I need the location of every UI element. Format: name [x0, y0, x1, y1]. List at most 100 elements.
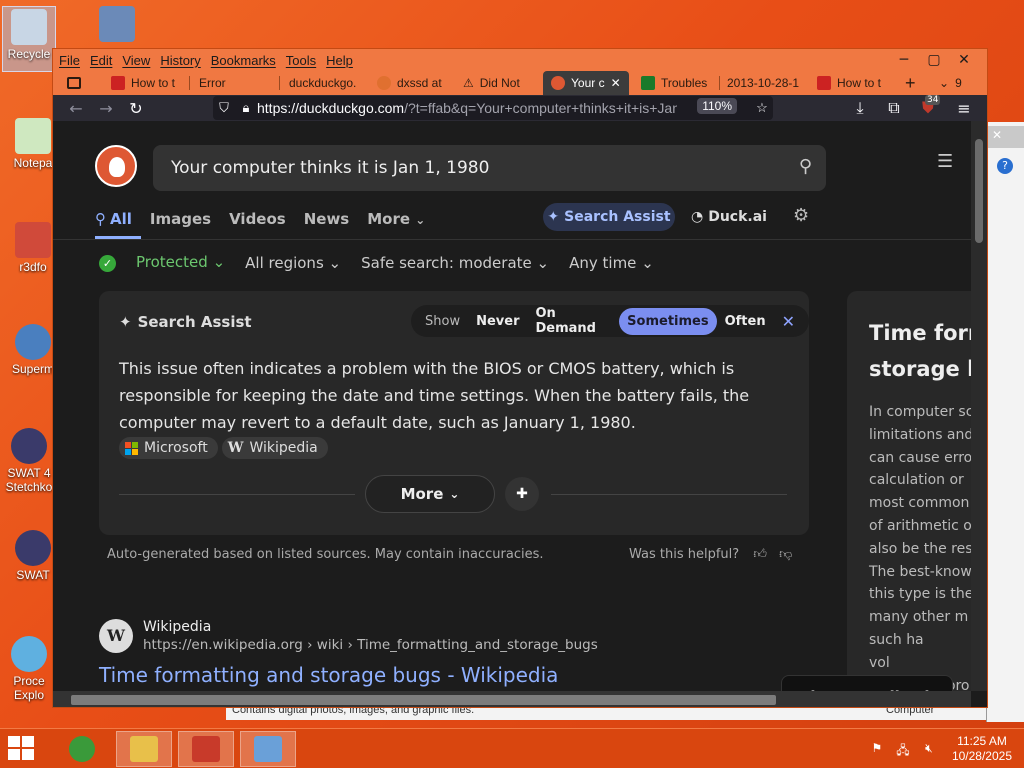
- tab-2013-10-28[interactable]: 2013-10-28-1: [719, 71, 805, 95]
- reload-button[interactable]: ↻: [121, 99, 151, 118]
- tab-how-to-1[interactable]: How to t: [103, 71, 181, 95]
- close-icon[interactable]: ✕: [774, 306, 803, 337]
- tab-more[interactable]: More ⌄: [367, 210, 425, 228]
- tab-videos[interactable]: Videos: [229, 210, 286, 228]
- option-often[interactable]: Often: [717, 308, 774, 335]
- vertical-scrollbar[interactable]: [971, 121, 987, 691]
- option-on-demand[interactable]: On Demand: [527, 300, 619, 342]
- chat-icon[interactable]: ✚: [505, 477, 539, 511]
- horizontal-scrollbar[interactable]: [53, 691, 971, 707]
- tab-title: Error: [199, 76, 226, 90]
- windows-logo-icon: [8, 736, 20, 747]
- menu-file[interactable]: File: [59, 53, 80, 68]
- tab-dxssd[interactable]: dxssd at: [369, 71, 451, 95]
- text-line: calculation or: [869, 472, 964, 489]
- new-tab-button[interactable]: +: [901, 71, 925, 95]
- clock-date: 10/28/2025: [951, 749, 1012, 763]
- start-button[interactable]: [8, 736, 38, 762]
- minimize-button[interactable]: ─: [887, 49, 921, 71]
- taskbar-browser[interactable]: [178, 731, 234, 767]
- tab-your-computer[interactable]: Your c ✕: [543, 71, 629, 95]
- menu-history[interactable]: History: [160, 53, 200, 68]
- thumbs-up-icon[interactable]: 👍︎: [753, 547, 767, 562]
- forward-button[interactable]: →: [91, 99, 121, 118]
- chevron-down-icon: ⌄: [939, 76, 950, 90]
- help-icon[interactable]: ?: [997, 158, 1013, 174]
- result-site-name[interactable]: Wikipedia: [143, 619, 211, 635]
- downloads-icon[interactable]: ⤓: [845, 98, 875, 118]
- taskbar-control-panel[interactable]: [240, 731, 296, 767]
- taskbar-explorer[interactable]: [116, 731, 172, 767]
- tab-title: Did Not: [479, 76, 520, 90]
- assist-frequency-selector: Show Never On Demand Sometimes Often ✕: [411, 305, 809, 337]
- menu-help[interactable]: Help: [326, 53, 353, 68]
- option-sometimes[interactable]: Sometimes: [619, 307, 717, 335]
- thumbs-down-icon[interactable]: 👎︎: [779, 547, 792, 562]
- windows-logo-icon: [8, 749, 20, 760]
- tab-all[interactable]: ⚲ All: [95, 210, 132, 228]
- desktop-icon-recycle-bin[interactable]: Recycle: [2, 6, 56, 72]
- clock[interactable]: 11:25 AM 10/28/2025: [952, 734, 1012, 764]
- duckduckgo-logo[interactable]: [95, 145, 137, 187]
- hamburger-menu-icon[interactable]: ☰: [937, 151, 953, 172]
- network-icon[interactable]: 🖧︎: [894, 741, 912, 757]
- result-title-link[interactable]: Time formatting and storage bugs - Wikip…: [99, 663, 558, 687]
- tab-how-to-2[interactable]: How to t: [809, 71, 891, 95]
- tab-troubles[interactable]: Troubles: [633, 71, 715, 95]
- shield-icon[interactable]: ⛉: [213, 100, 235, 116]
- knowledge-panel-title: Time form storage b: [869, 315, 971, 387]
- taskbar-ie[interactable]: [54, 731, 110, 767]
- bookmark-star-icon[interactable]: ☆: [751, 100, 773, 116]
- tab-overflow-button[interactable]: ⌄ 9: [935, 71, 975, 95]
- wikipedia-icon: W: [99, 619, 133, 653]
- more-button[interactable]: More ⌄: [365, 475, 495, 513]
- search-input[interactable]: Your computer thinks it is Jan 1, 1980 ⚲: [153, 145, 826, 191]
- scrollbar-thumb[interactable]: [71, 695, 776, 705]
- tab-error[interactable]: Error: [191, 71, 271, 95]
- desktop-icon-process-explorer[interactable]: Proce Explo: [2, 636, 56, 716]
- source-chip-wikipedia[interactable]: W Wikipedia: [221, 437, 328, 459]
- duck-ai-button[interactable]: ◔ Duck.ai: [691, 209, 767, 225]
- menu-tools[interactable]: Tools: [286, 53, 316, 68]
- zoom-indicator[interactable]: 110%: [697, 98, 737, 114]
- scrollbar-thumb[interactable]: [975, 139, 983, 243]
- safe-search-filter[interactable]: Safe search: moderate ⌄: [361, 254, 549, 272]
- gear-icon[interactable]: ⚙: [793, 205, 809, 226]
- search-assist-button[interactable]: ✦ Search Assist: [543, 203, 675, 231]
- flag-icon[interactable]: ⚑: [868, 741, 886, 757]
- volume-muted-icon[interactable]: 🔇︎: [920, 741, 938, 757]
- tab-images[interactable]: Images: [150, 210, 211, 228]
- protection-filter[interactable]: ✓ Protected ⌄: [99, 253, 225, 272]
- title-line: storage b: [869, 357, 971, 381]
- tab-did-not[interactable]: ⚠ Did Not: [455, 71, 539, 95]
- time-filter[interactable]: Any time ⌄: [569, 254, 654, 272]
- menu-bookmarks[interactable]: Bookmarks: [211, 53, 276, 68]
- maximize-button[interactable]: ▢: [917, 49, 951, 71]
- close-window-button[interactable]: ✕: [947, 49, 981, 71]
- background-window: ✕ ?: [986, 122, 1024, 722]
- menu-edit[interactable]: Edit: [90, 53, 112, 68]
- close-tab-icon[interactable]: ✕: [611, 76, 621, 90]
- search-icon[interactable]: ⚲: [799, 156, 812, 177]
- back-button[interactable]: ←: [61, 99, 91, 118]
- title-line: Time form: [869, 321, 971, 345]
- windows-logo-icon: [22, 736, 34, 747]
- menu-view[interactable]: View: [122, 53, 150, 68]
- tab-count: 9: [955, 76, 962, 90]
- desktop-icon-swat4-stetchkov[interactable]: SWAT 4 Stetchko: [2, 428, 56, 506]
- extensions-icon[interactable]: ⧉: [879, 98, 909, 118]
- text-line: also be the res: [869, 540, 971, 557]
- desktop-icon-settings[interactable]: [90, 6, 144, 50]
- text-line: In computer sc: [869, 404, 971, 420]
- region-filter[interactable]: All regions ⌄: [245, 254, 341, 272]
- tab-list-button[interactable]: [61, 71, 89, 95]
- url-bar[interactable]: ⛉ 🔒︎ https://duckduckgo.com/?t=ffab&q=Yo…: [213, 96, 773, 120]
- close-icon[interactable]: ✕: [989, 128, 1005, 142]
- source-chip-microsoft[interactable]: Microsoft: [119, 437, 218, 459]
- lock-icon[interactable]: 🔒︎: [235, 100, 257, 116]
- tab-duckduckgo[interactable]: duckduckgo.: [281, 71, 365, 95]
- menu-icon[interactable]: ≡: [949, 99, 979, 118]
- result-url[interactable]: https://en.wikipedia.org › wiki › Time_f…: [143, 637, 598, 653]
- tab-news[interactable]: News: [304, 210, 350, 228]
- option-never[interactable]: Never: [468, 308, 527, 335]
